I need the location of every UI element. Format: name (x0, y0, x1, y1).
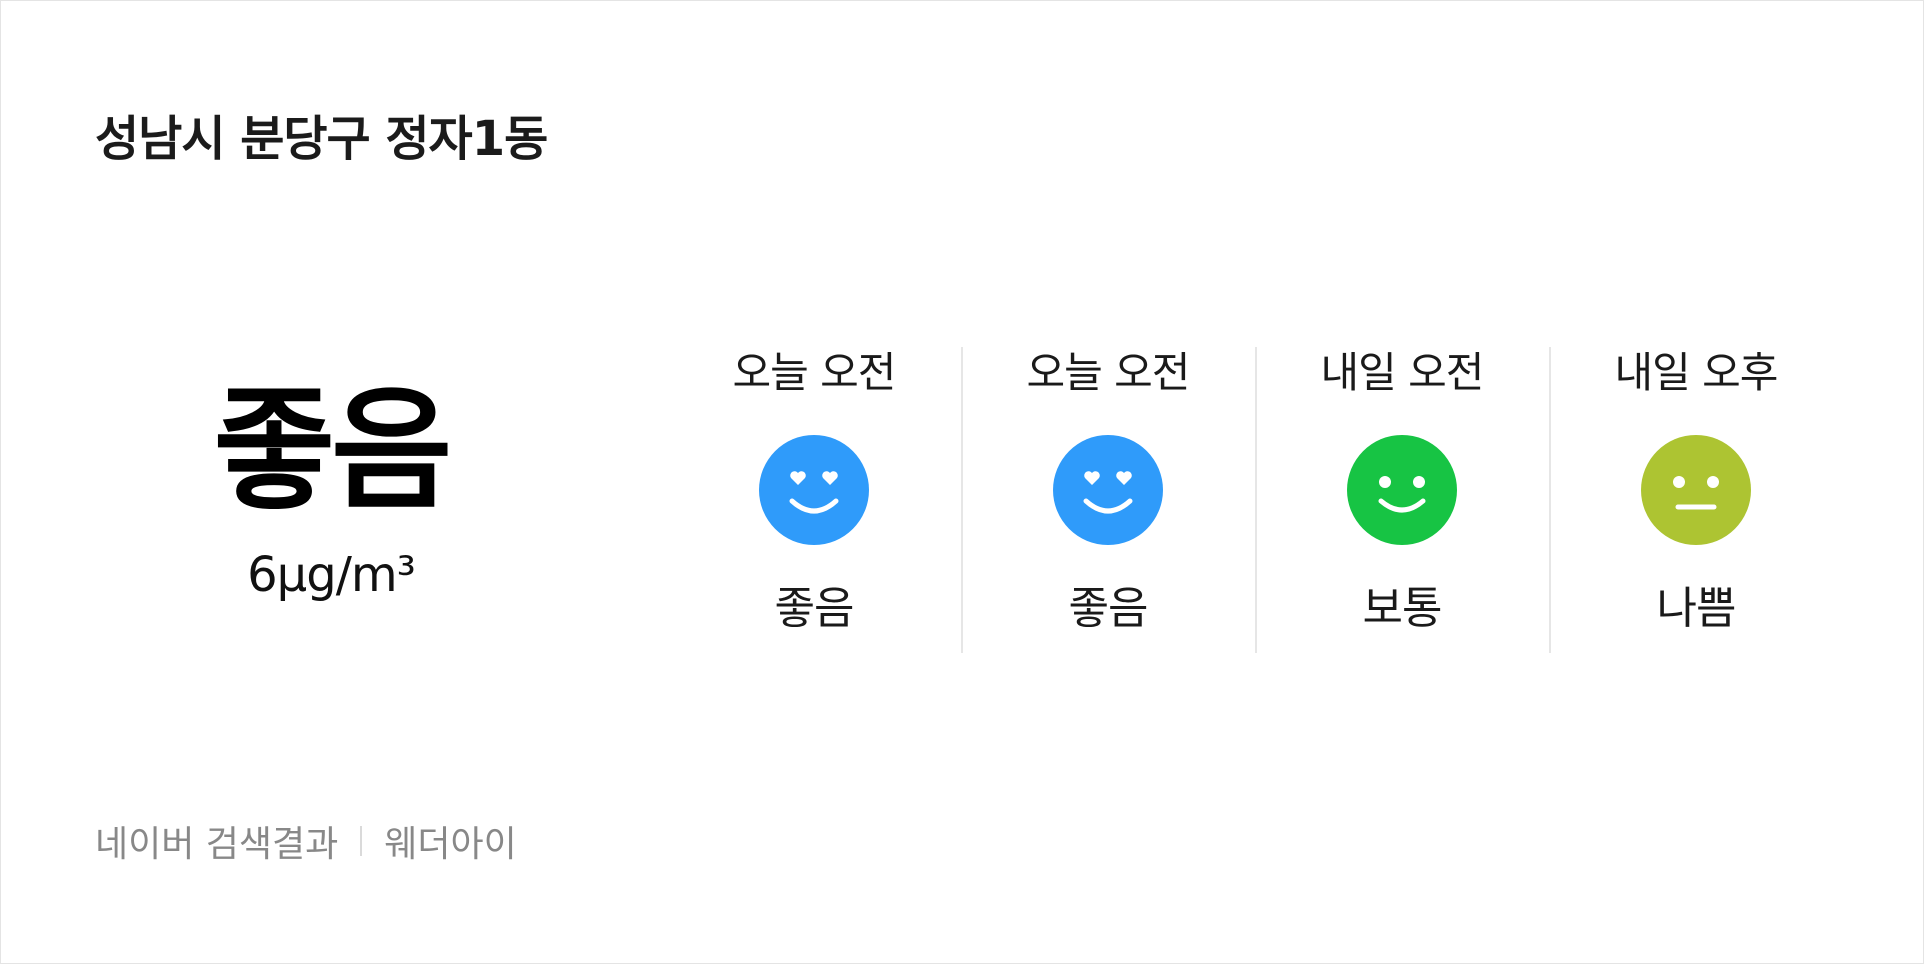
forecast-grade: 나쁨 (1656, 583, 1737, 634)
forecast-slot: 내일 오전 보통 (1255, 347, 1549, 653)
current-air-quality: 좋음 6μg/m³ (176, 371, 486, 605)
current-concentration: 6μg/m³ (247, 547, 416, 603)
location-title: 성남시 분당구 정자1동 (95, 111, 548, 167)
left-eye (1379, 476, 1391, 488)
current-grade: 좋음 (213, 374, 453, 528)
left-eye (1673, 476, 1685, 488)
footer-source: 네이버 검색결과 웨더아이 (95, 815, 517, 867)
forecast-grade: 좋음 (1068, 583, 1149, 634)
brand-label: 웨더아이 (384, 824, 517, 865)
source-label: 네이버 검색결과 (95, 824, 339, 865)
forecast-time-label: 내일 오전 (1320, 348, 1485, 397)
face-circle (1641, 435, 1751, 545)
dust-card: 성남시 분당구 정자1동 좋음 6μg/m³ 오늘 오전 좋음 오늘 오전 좋음 (0, 0, 1924, 964)
right-eye (1413, 476, 1425, 488)
forecast-slot: 오늘 오전 좋음 (667, 347, 961, 653)
smile-face-icon (1347, 435, 1457, 545)
forecast-grade: 보통 (1362, 583, 1443, 634)
forecast-time-label: 오늘 오전 (732, 348, 897, 397)
forecast-slot: 내일 오후 나쁨 (1549, 347, 1843, 653)
heart-eyes-smile-icon (1053, 435, 1163, 545)
footer-divider (360, 826, 363, 856)
neutral-face-icon (1641, 435, 1751, 545)
forecast-list: 오늘 오전 좋음 오늘 오전 좋음 내일 오전 보통 내일 오후 나쁨 (667, 347, 1843, 653)
face-circle (1347, 435, 1457, 545)
face-circle (759, 435, 869, 545)
forecast-grade: 좋음 (774, 583, 855, 634)
face-circle (1053, 435, 1163, 545)
right-eye (1707, 476, 1719, 488)
forecast-time-label: 오늘 오전 (1026, 348, 1191, 397)
heart-eyes-smile-icon (759, 435, 869, 545)
forecast-time-label: 내일 오후 (1614, 348, 1779, 397)
forecast-slot: 오늘 오전 좋음 (961, 347, 1255, 653)
